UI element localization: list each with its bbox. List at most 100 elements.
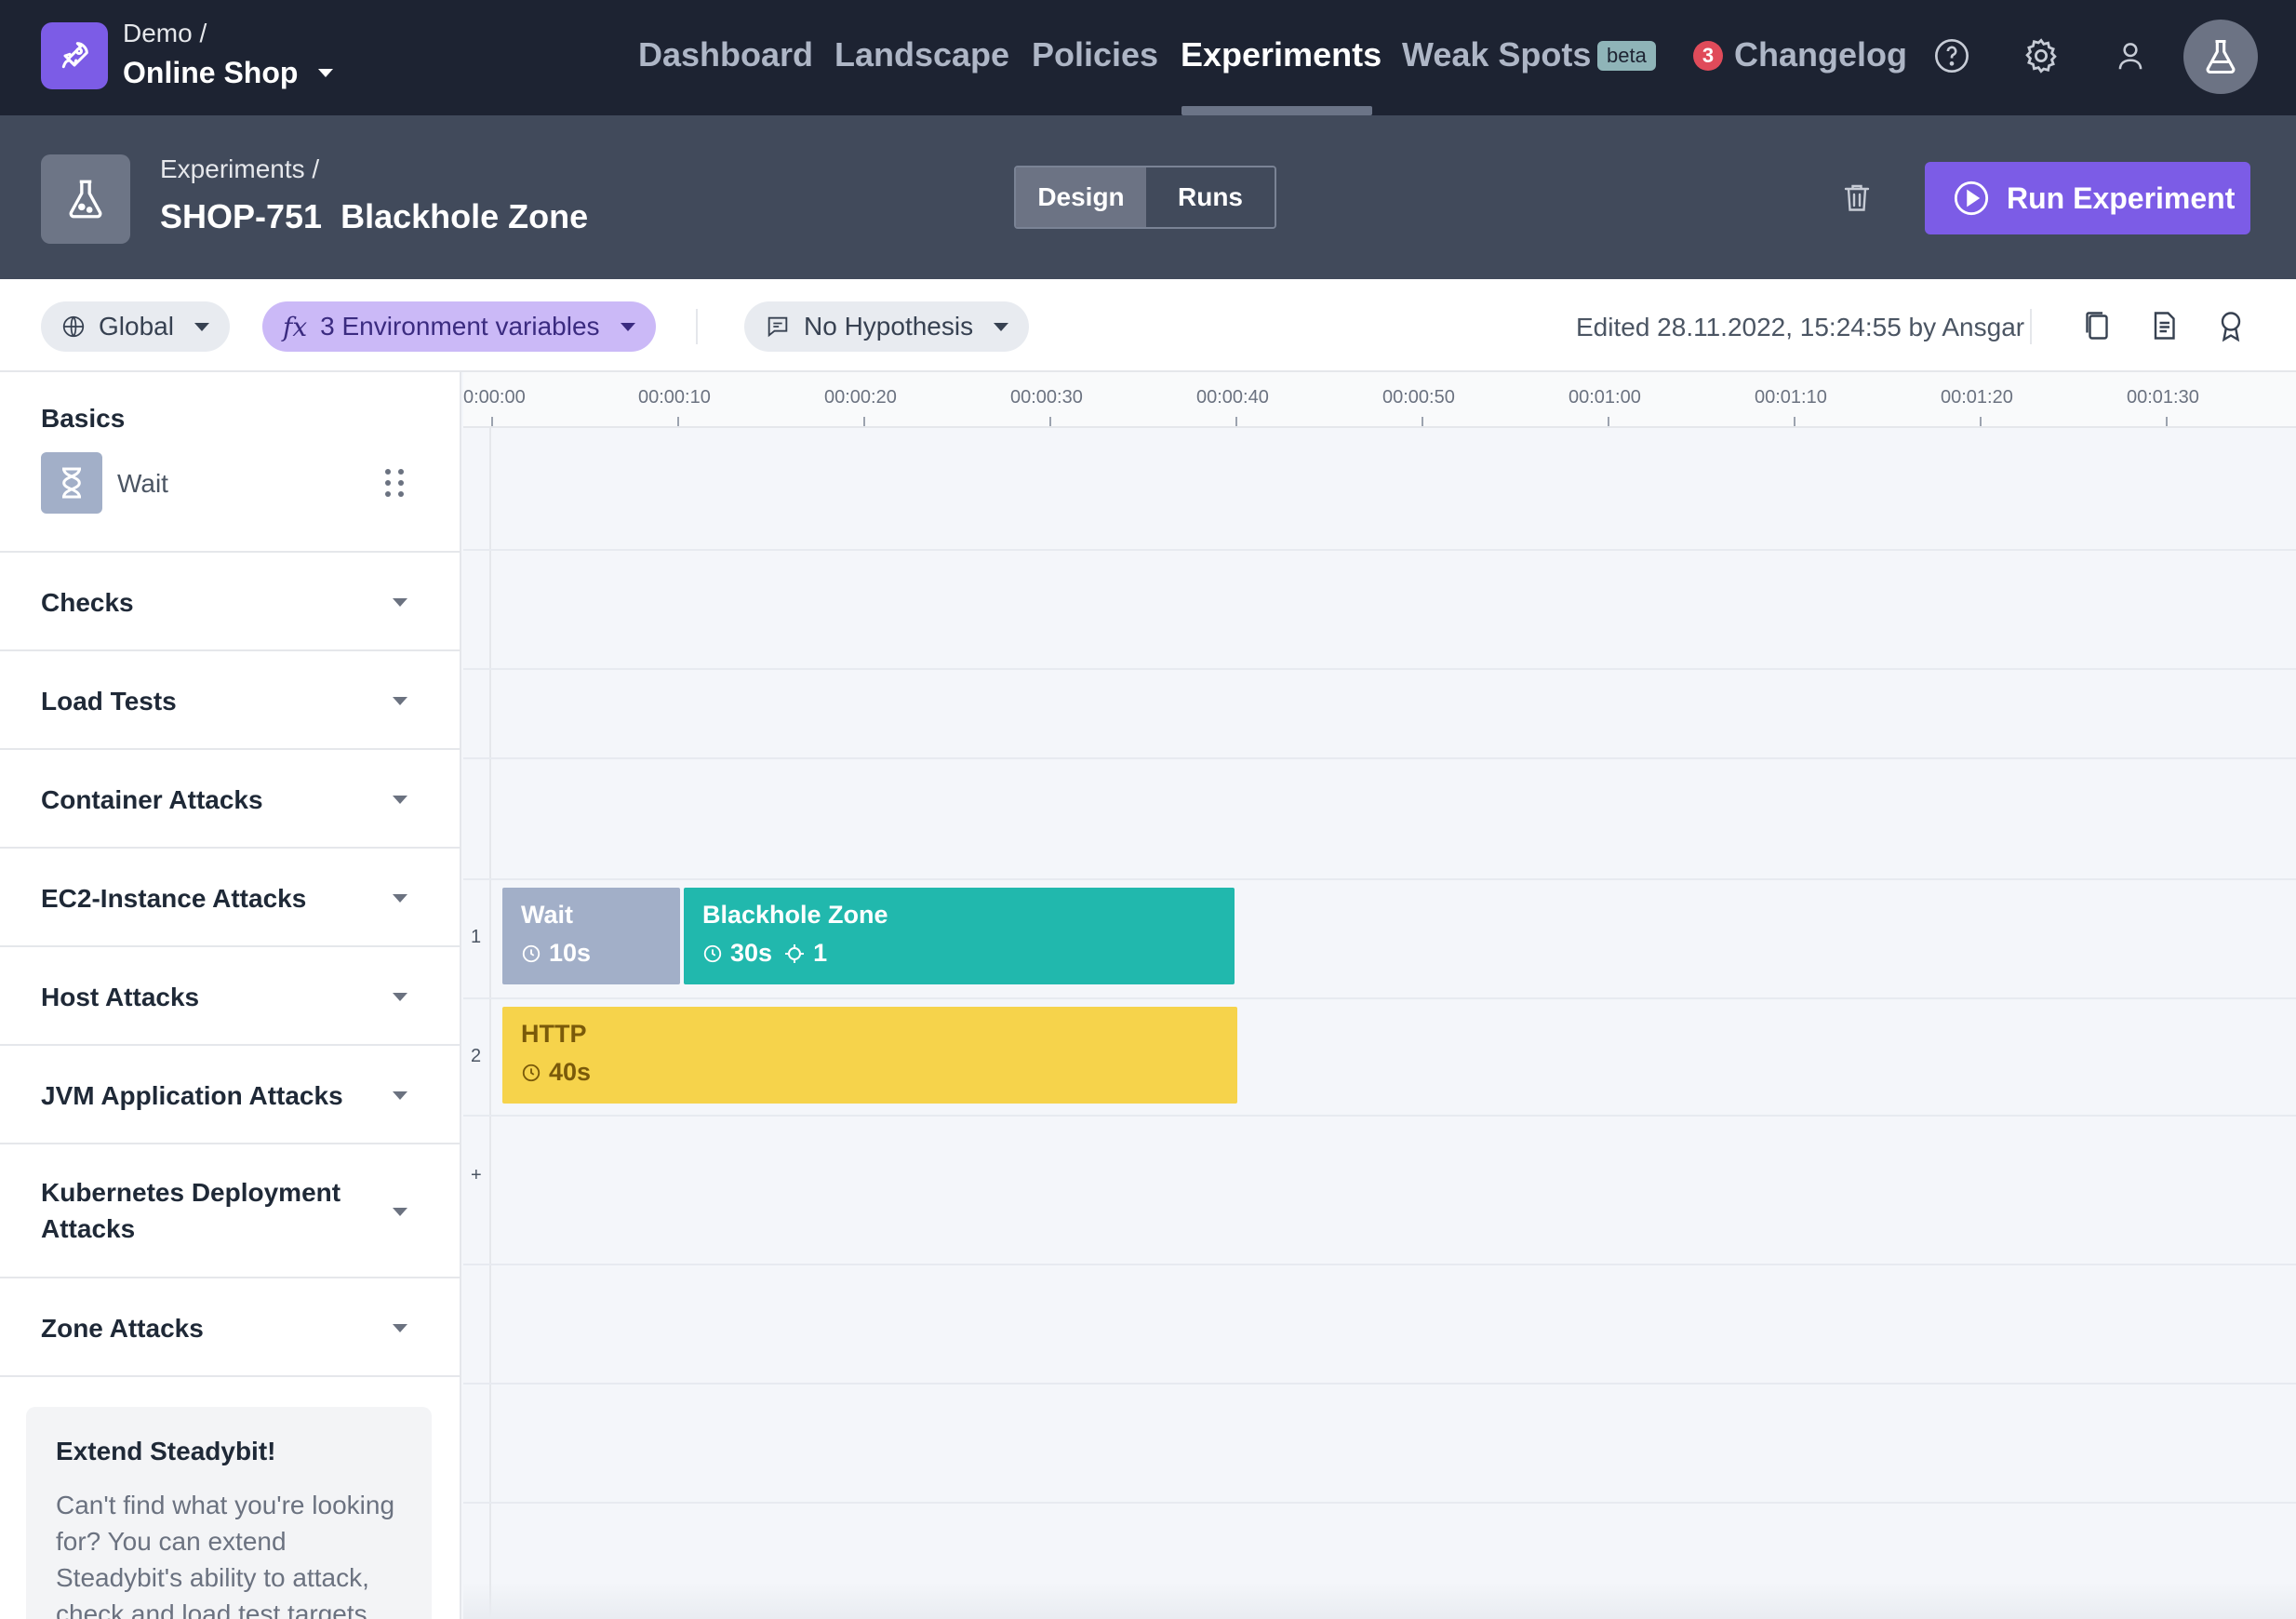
extend-steadybit-card: Extend Steadybit! Can't find what you're… (26, 1407, 432, 1619)
extend-title: Extend Steadybit! (56, 1437, 276, 1465)
lane-number-column (463, 428, 491, 1619)
gear-icon[interactable] (2019, 33, 2063, 78)
drag-handle-icon[interactable] (385, 469, 404, 497)
breadcrumb[interactable]: Experiments / (160, 154, 319, 184)
tenant-parent: Demo / (123, 19, 207, 47)
top-navigation: Demo / Online Shop Dashboard Landscape P… (0, 0, 2296, 115)
chevron-down-icon (393, 697, 407, 705)
badge-icon[interactable] (2210, 305, 2251, 346)
nav-policies[interactable]: Policies (1032, 35, 1158, 74)
tick-mark (1794, 417, 1795, 426)
grid-line (463, 549, 2296, 551)
section-checks[interactable]: Checks (0, 551, 460, 649)
tick-mark (1049, 417, 1051, 426)
section-zone-attacks[interactable]: Zone Attacks (0, 1277, 460, 1377)
step-blackhole-zone[interactable]: Blackhole Zone 30s 1 (684, 888, 1235, 984)
beta-badge: beta (1597, 41, 1656, 71)
duplicate-icon[interactable] (2076, 305, 2117, 346)
help-icon[interactable] (1929, 33, 1974, 78)
environment-value: Global (99, 312, 174, 341)
tick-mark (2166, 417, 2168, 426)
section-container-attacks[interactable]: Container Attacks (0, 748, 460, 847)
section-jvm-application-attacks[interactable]: JVM Application Attacks (0, 1044, 460, 1143)
tenant-switcher[interactable]: Online Shop (123, 56, 334, 90)
chevron-down-icon (620, 322, 635, 331)
nav-experiments[interactable]: Experiments (1181, 35, 1382, 74)
chevron-down-icon (194, 322, 209, 331)
step-duration: 10s (549, 939, 592, 967)
chevron-down-icon (994, 322, 1009, 331)
environment-select[interactable]: Global (41, 301, 230, 352)
crosshair-icon (785, 943, 805, 963)
changelog-count-badge: 3 (1693, 41, 1723, 71)
tick-mark (1980, 417, 1982, 426)
tick-label: 00:01:00 (1568, 387, 1641, 408)
user-icon[interactable] (2108, 33, 2153, 78)
section-ec2-instance-attacks[interactable]: EC2-Instance Attacks (0, 847, 460, 945)
basics-title: Basics (41, 404, 126, 433)
section-label: Host Attacks (41, 983, 200, 1011)
tick-mark (1608, 417, 1609, 426)
tab-design[interactable]: Design (1016, 167, 1146, 227)
section-host-attacks[interactable]: Host Attacks (0, 945, 460, 1044)
clock-icon (522, 944, 541, 962)
step-name: HTTP (521, 1020, 587, 1048)
wait-step-label[interactable]: Wait (117, 469, 168, 499)
add-lane-button[interactable]: + (471, 1165, 482, 1186)
tab-runs[interactable]: Runs (1146, 167, 1275, 227)
tick-label: 0:00:00 (463, 387, 526, 408)
divider (2030, 309, 2032, 344)
tick-label: 00:00:40 (1196, 387, 1269, 408)
chevron-down-icon (393, 1208, 407, 1216)
divider (696, 309, 698, 344)
flask-icon (41, 154, 130, 244)
step-name: Wait (521, 901, 573, 929)
lane-number: 2 (471, 1046, 482, 1066)
document-icon[interactable] (2143, 305, 2184, 346)
hourglass-icon[interactable] (41, 452, 102, 514)
nav-landscape[interactable]: Landscape (834, 35, 1009, 74)
tick-mark (677, 417, 679, 426)
chevron-down-icon (393, 598, 407, 607)
grid-line (463, 1502, 2296, 1504)
step-duration: 40s (549, 1058, 592, 1086)
comment-icon (768, 316, 788, 338)
grid-line (463, 1115, 2296, 1117)
chevron-down-icon (393, 1324, 407, 1332)
tick-label: 00:00:10 (638, 387, 711, 408)
environment-variables-value: 3 Environment variables (320, 312, 600, 341)
chevron-down-icon (393, 1091, 407, 1100)
run-experiment-button[interactable]: Run Experiment (1925, 162, 2250, 234)
nav-dashboard[interactable]: Dashboard (638, 35, 813, 74)
grid-line (463, 757, 2296, 759)
rocket-icon[interactable] (41, 22, 108, 89)
time-ruler: 0:00:00 00:00:10 00:00:20 00:00:30 00:00… (463, 372, 2296, 428)
tick-label: 00:00:50 (1382, 387, 1455, 408)
tick-mark (1422, 417, 1423, 426)
hypothesis-select[interactable]: No Hypothesis (744, 301, 1030, 352)
clock-icon (522, 1064, 541, 1081)
globe-icon (62, 315, 85, 338)
section-label: Checks (41, 588, 134, 617)
step-name: Blackhole Zone (702, 901, 888, 929)
step-http[interactable]: HTTP 40s (502, 1007, 1237, 1104)
nav-changelog[interactable]: Changelog (1734, 35, 1907, 74)
grid-line (463, 1383, 2296, 1385)
section-kubernetes-deployment-attacks[interactable]: Kubernetes Deployment Attacks (0, 1143, 460, 1277)
tick-label: 00:01:30 (2127, 387, 2199, 408)
section-load-tests[interactable]: Load Tests (0, 649, 460, 748)
trash-icon[interactable] (1836, 177, 1877, 218)
environment-variables-select[interactable]: fx 3 Environment variables (262, 301, 656, 352)
flask-icon[interactable] (2183, 20, 2258, 94)
section-label: Zone Attacks (41, 1314, 204, 1343)
nav-weak-spots[interactable]: Weak Spots (1402, 35, 1591, 74)
play-icon (1954, 181, 1989, 216)
tick-mark (1235, 417, 1237, 426)
step-wait[interactable]: Wait 10s (502, 888, 680, 984)
tick-label: 00:01:10 (1755, 387, 1827, 408)
scroll-fade (463, 1582, 2296, 1619)
hypothesis-value: No Hypothesis (804, 312, 974, 341)
tick-label: 00:00:30 (1010, 387, 1083, 408)
grid-line (463, 997, 2296, 999)
experiment-title: SHOP-751 Blackhole Zone (160, 197, 589, 235)
